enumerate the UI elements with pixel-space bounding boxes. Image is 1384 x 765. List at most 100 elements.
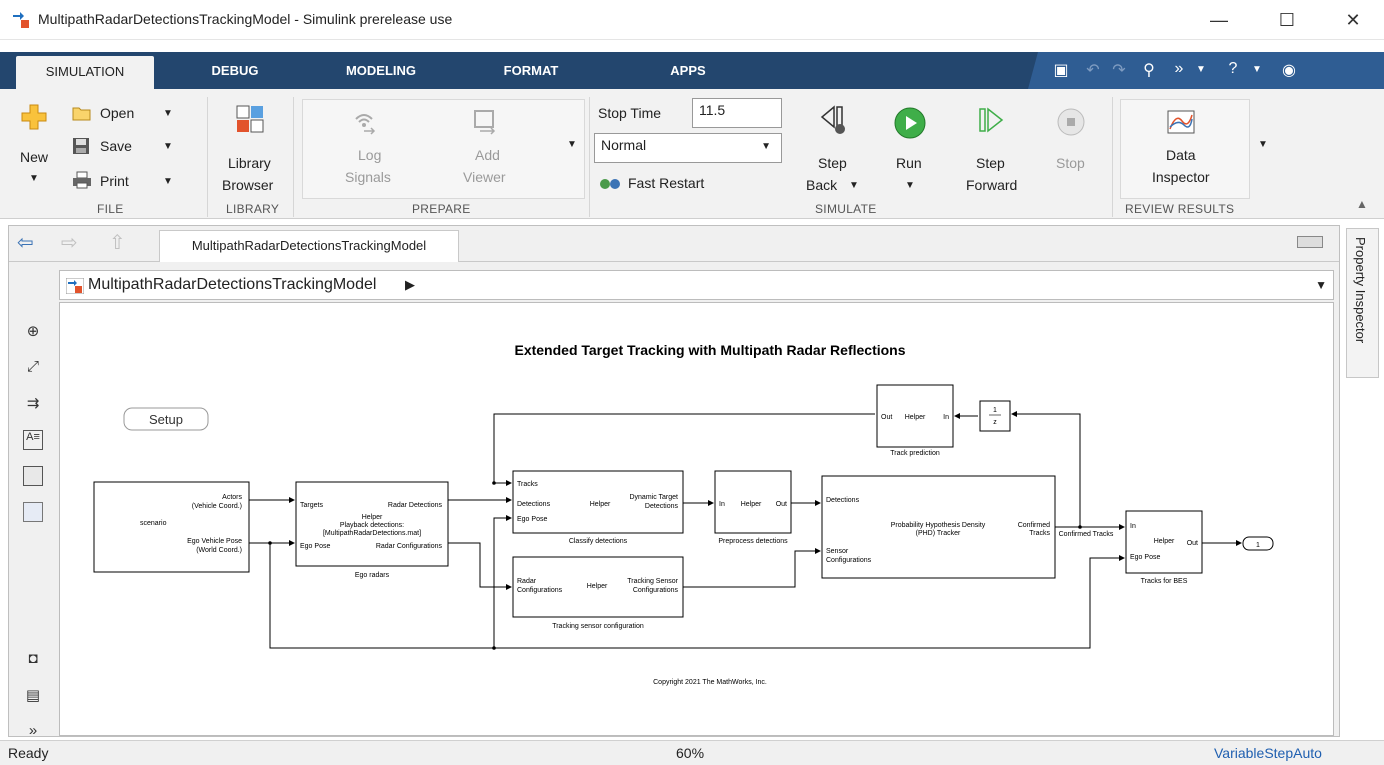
fit-view-icon[interactable]: ⤢	[23, 358, 43, 378]
tab-simulation[interactable]: SIMULATION	[16, 56, 154, 90]
fast-restart-button[interactable]: Fast Restart	[628, 175, 704, 191]
svg-text:Tracks: Tracks	[517, 481, 538, 488]
separator	[207, 97, 208, 217]
up-arrow-icon[interactable]: ⇧	[109, 230, 126, 255]
run-icon	[894, 107, 926, 139]
collapse-ribbon-icon[interactable]: ◉	[1278, 60, 1300, 80]
step-back-label-1[interactable]: Step	[818, 155, 847, 171]
svg-text:Ego Pose: Ego Pose	[517, 516, 547, 523]
prepare-gallery-expand-icon[interactable]: ▼	[567, 139, 577, 150]
annotation-icon[interactable]: A≡	[23, 430, 43, 450]
breadcrumb-dropdown-icon[interactable]: ▼	[1315, 278, 1327, 292]
svg-text:Tracks for BES: Tracks for BES	[1141, 578, 1188, 585]
maximize-button[interactable]: ☐	[1264, 6, 1310, 34]
more-tools-icon[interactable]: »	[23, 722, 43, 742]
close-button[interactable]: ✕	[1330, 6, 1376, 34]
keyboard-icon[interactable]	[1297, 236, 1323, 248]
add-viewer-label-1[interactable]: Add	[475, 147, 500, 163]
step-back-label-2[interactable]: Back	[806, 177, 837, 193]
phd-tracker-block[interactable]: Detections Sensor Configurations Probabi…	[821, 475, 1056, 579]
library-browser-label-2[interactable]: Browser	[222, 177, 273, 193]
forward-arrow-icon[interactable]: ⇨	[61, 230, 78, 255]
print-dropdown-icon[interactable]: ▼	[163, 176, 173, 187]
log-signals-label-2[interactable]: Signals	[345, 169, 391, 185]
model-tab[interactable]: MultipathRadarDetectionsTrackingModel	[159, 230, 459, 262]
tab-modeling[interactable]: MODELING	[326, 52, 436, 89]
breadcrumb-model[interactable]: MultipathRadarDetectionsTrackingModel	[88, 276, 376, 294]
open-dropdown-icon[interactable]: ▼	[163, 108, 173, 119]
route-lines-icon[interactable]: ⇉	[23, 394, 43, 414]
print-button[interactable]: Print	[100, 173, 129, 189]
svg-text:Helper: Helper	[905, 414, 926, 421]
help-icon[interactable]: ?	[1222, 60, 1244, 78]
camera-icon[interactable]: ◘	[23, 650, 43, 670]
ego-radars-block[interactable]: Targets Ego Pose Radar Detections Radar …	[295, 481, 449, 579]
step-forward-icon	[979, 107, 1004, 133]
svg-text:Dynamic Target: Dynamic Target	[629, 494, 678, 501]
run-button[interactable]: Run	[896, 155, 922, 171]
tracking-sensor-configuration-block[interactable]: Radar Configurations Helper Tracking Sen…	[512, 556, 684, 630]
library-browser-label-1[interactable]: Library	[228, 155, 271, 171]
step-forward-label-2[interactable]: Forward	[966, 177, 1017, 193]
data-inspector-label-1[interactable]: Data	[1166, 147, 1196, 163]
svg-text:Radar Detections: Radar Detections	[388, 502, 443, 509]
log-signals-label-1[interactable]: Log	[358, 147, 381, 163]
search-icon[interactable]: ⚲	[1138, 60, 1160, 80]
svg-text:Track prediction: Track prediction	[890, 450, 940, 457]
step-forward-label-1[interactable]: Step	[976, 155, 1005, 171]
review-gallery-expand-icon[interactable]: ▼	[1258, 139, 1268, 150]
new-dropdown-icon[interactable]: ▼	[29, 173, 39, 184]
shortcuts-dropdown-icon[interactable]: ▼	[1190, 64, 1212, 75]
minimize-button[interactable]: —	[1196, 6, 1242, 34]
zoom-icon[interactable]: ⊕	[23, 322, 43, 342]
tracks-for-bes-block[interactable]: In Helper Out Ego Pose Tracks for BES	[1125, 510, 1203, 585]
title-bar: MultipathRadarDetectionsTrackingModel - …	[0, 0, 1384, 40]
confirmed-tracks-signal-label: Confirmed Tracks	[1059, 531, 1114, 538]
track-prediction-block[interactable]: Out Helper In Track prediction	[876, 384, 954, 457]
data-inspector-label-2[interactable]: Inspector	[1152, 169, 1210, 185]
svg-text:Classify detections: Classify detections	[569, 538, 628, 545]
redo-icon[interactable]: ↷	[1108, 60, 1130, 80]
back-arrow-icon[interactable]: ⇦	[17, 230, 34, 255]
tab-format[interactable]: FORMAT	[476, 52, 586, 89]
save-button[interactable]: Save	[100, 138, 132, 154]
run-dropdown-icon[interactable]: ▼	[905, 180, 915, 191]
stop-time-input[interactable]: 11.5	[692, 98, 782, 128]
stop-button[interactable]: Stop	[1056, 155, 1085, 171]
outport-block[interactable]: 1	[1242, 536, 1274, 551]
open-button[interactable]: Open	[100, 105, 134, 121]
model-browser-icon[interactable]: ▤	[23, 686, 43, 706]
svg-text:1: 1	[993, 407, 997, 414]
property-inspector-tab[interactable]: Property Inspector	[1346, 228, 1379, 378]
image-icon[interactable]	[23, 466, 43, 486]
collapse-ribbon-icon[interactable]: ▲	[1356, 197, 1368, 211]
step-back-dropdown-icon[interactable]: ▼	[849, 180, 859, 191]
breadcrumb: MultipathRadarDetectionsTrackingModel ▶ …	[59, 270, 1334, 300]
setup-button[interactable]: Setup	[123, 407, 209, 431]
tab-debug[interactable]: DEBUG	[180, 52, 290, 89]
save-dropdown-icon[interactable]: ▼	[163, 141, 173, 152]
undo-icon[interactable]: ↶	[1082, 60, 1104, 80]
simulation-mode-value: Normal	[601, 137, 647, 153]
shortcuts-icon[interactable]: »	[1168, 60, 1190, 78]
solver-link[interactable]: VariableStepAuto	[1214, 745, 1322, 761]
scenario-block[interactable]: Actors (Vehicle Coord.) scenario Ego Veh…	[93, 481, 250, 573]
preprocess-detections-block[interactable]: In Helper Out Preprocess detections	[714, 470, 792, 545]
model-canvas[interactable]: Extended Target Tracking with Multipath …	[59, 302, 1334, 736]
help-dropdown-icon[interactable]: ▼	[1246, 64, 1268, 75]
add-viewer-label-2[interactable]: Viewer	[463, 169, 506, 185]
unit-delay-block[interactable]: 1 z	[979, 400, 1011, 432]
svg-text:Out: Out	[1187, 540, 1198, 547]
tab-apps[interactable]: APPS	[633, 52, 743, 89]
simulate-section-label: SIMULATE	[815, 202, 877, 216]
area-icon[interactable]	[23, 502, 43, 522]
simulation-mode-select[interactable]: Normal ▼	[594, 133, 782, 163]
save-quick-icon[interactable]: ▣	[1050, 60, 1072, 80]
svg-text:Ego radars: Ego radars	[355, 572, 390, 579]
breadcrumb-expand-icon[interactable]: ▶	[405, 277, 415, 293]
simulink-icon	[13, 12, 29, 28]
log-signals-icon	[355, 114, 376, 135]
classify-detections-block[interactable]: Tracks Detections Ego Pose Helper Dynami…	[512, 470, 684, 545]
svg-text:Ego Pose: Ego Pose	[1130, 554, 1160, 561]
svg-text:Ego Pose: Ego Pose	[300, 543, 330, 550]
